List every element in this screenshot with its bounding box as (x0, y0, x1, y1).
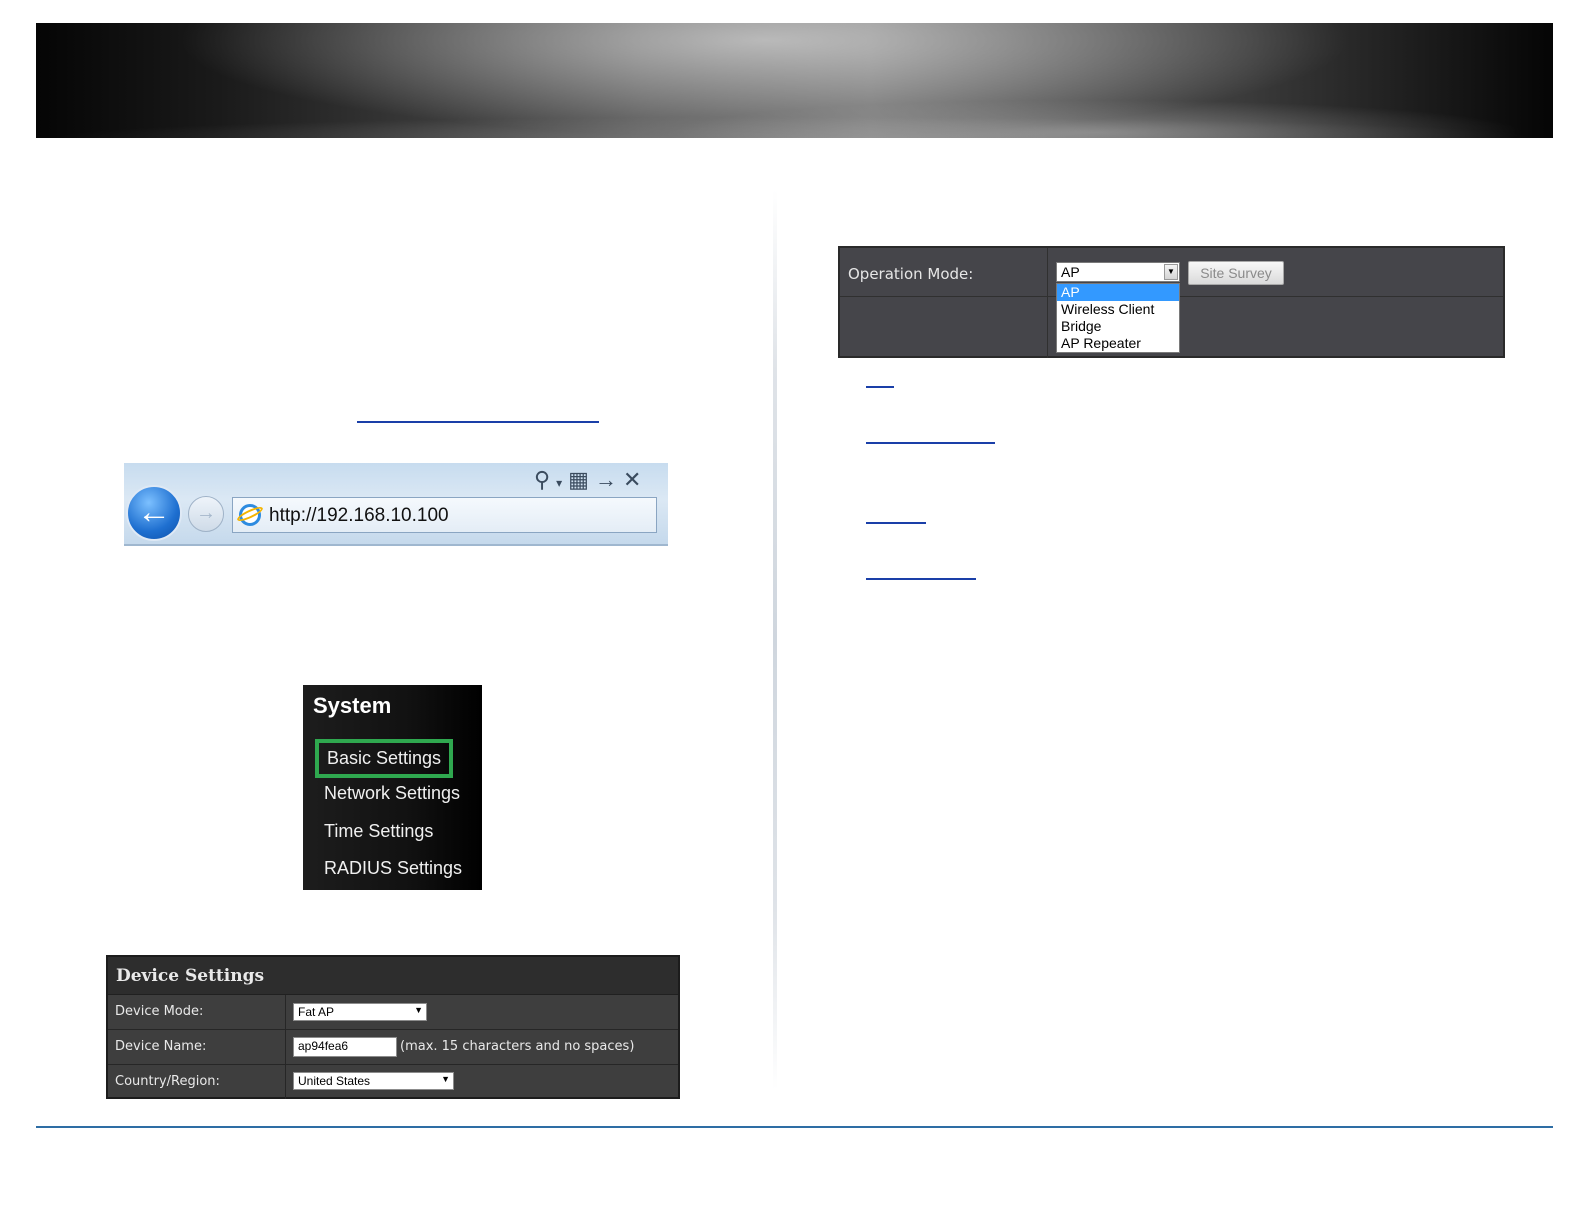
device-name-input[interactable]: ap94fea6 (293, 1037, 397, 1057)
operation-mode-panel: Operation Mode: AP ▼ Site Survey AP Wire… (838, 246, 1505, 358)
header-banner (36, 23, 1553, 138)
device-mode-value: Fat AP (298, 1005, 335, 1019)
device-name-value: ap94fea6 (298, 1039, 349, 1053)
chevron-down-icon[interactable]: ▼ (1164, 264, 1178, 280)
device-name-hint: (max. 15 characters and no spaces) (400, 1039, 635, 1054)
option-ap-repeater[interactable]: AP Repeater (1057, 335, 1179, 352)
url-input[interactable]: http://192.168.10.100 (232, 497, 657, 533)
country-row: Country/Region: United States ▼ (108, 1065, 678, 1099)
link-underline[interactable] (866, 578, 976, 580)
operation-mode-label: Operation Mode: (848, 265, 974, 283)
link-underline[interactable] (866, 522, 926, 524)
device-name-label: Device Name: (115, 1039, 207, 1054)
system-menu: System Basic Settings Network Settings T… (303, 685, 482, 890)
system-menu-title: System (313, 693, 392, 718)
link-underline[interactable] (357, 421, 599, 423)
chevron-down-icon: ▼ (441, 1074, 450, 1084)
address-bar-tools: ⚲▾▦→✕ (534, 467, 647, 493)
forward-arrow-icon[interactable]: → (188, 496, 224, 532)
footer-rule (36, 1126, 1553, 1128)
device-mode-row: Device Mode: Fat AP ▼ (108, 995, 678, 1030)
compatibility-icon[interactable]: ▦ (568, 467, 595, 492)
site-survey-button[interactable]: Site Survey (1188, 261, 1284, 285)
internet-explorer-icon (239, 504, 261, 526)
search-icon[interactable]: ⚲ (534, 467, 556, 492)
browser-address-bar: ← → http://192.168.10.100 ⚲▾▦→✕ (124, 463, 668, 546)
device-name-row: Device Name: ap94fea6 (max. 15 character… (108, 1030, 678, 1065)
option-wireless-client[interactable]: Wireless Client (1057, 301, 1179, 318)
device-settings-title: Device Settings (116, 966, 265, 986)
operation-mode-dropdown-list: AP Wireless Client Bridge AP Repeater (1056, 283, 1180, 353)
back-arrow-icon[interactable]: ← (126, 485, 182, 541)
option-ap[interactable]: AP (1057, 284, 1179, 301)
operation-mode-select[interactable]: AP ▼ (1056, 262, 1180, 282)
operation-mode-label-cell: Operation Mode: (840, 248, 1048, 358)
url-text: http://192.168.10.100 (269, 505, 449, 526)
column-divider (773, 190, 777, 1090)
country-select[interactable]: United States ▼ (293, 1072, 454, 1090)
option-bridge[interactable]: Bridge (1057, 318, 1179, 335)
menu-item-time-settings[interactable]: Time Settings (324, 821, 433, 842)
country-label: Country/Region: (115, 1074, 220, 1089)
link-underline[interactable] (866, 442, 995, 444)
country-value: United States (298, 1074, 371, 1088)
go-arrow-icon[interactable]: → (595, 467, 623, 492)
link-underline[interactable] (866, 386, 894, 388)
chevron-down-icon: ▼ (414, 1005, 423, 1015)
operation-mode-value: AP (1061, 264, 1080, 280)
device-settings-panel: Device Settings Device Mode: Fat AP ▼ De… (106, 955, 680, 1099)
menu-item-basic-settings[interactable]: Basic Settings (315, 739, 454, 778)
dropdown-icon[interactable]: ▾ (556, 476, 568, 490)
menu-item-radius-settings[interactable]: RADIUS Settings (324, 858, 462, 879)
device-settings-header: Device Settings (108, 957, 678, 995)
stop-icon[interactable]: ✕ (623, 467, 647, 492)
menu-item-network-settings[interactable]: Network Settings (324, 783, 460, 804)
device-mode-label: Device Mode: (115, 1004, 204, 1019)
device-mode-select[interactable]: Fat AP ▼ (293, 1003, 427, 1021)
